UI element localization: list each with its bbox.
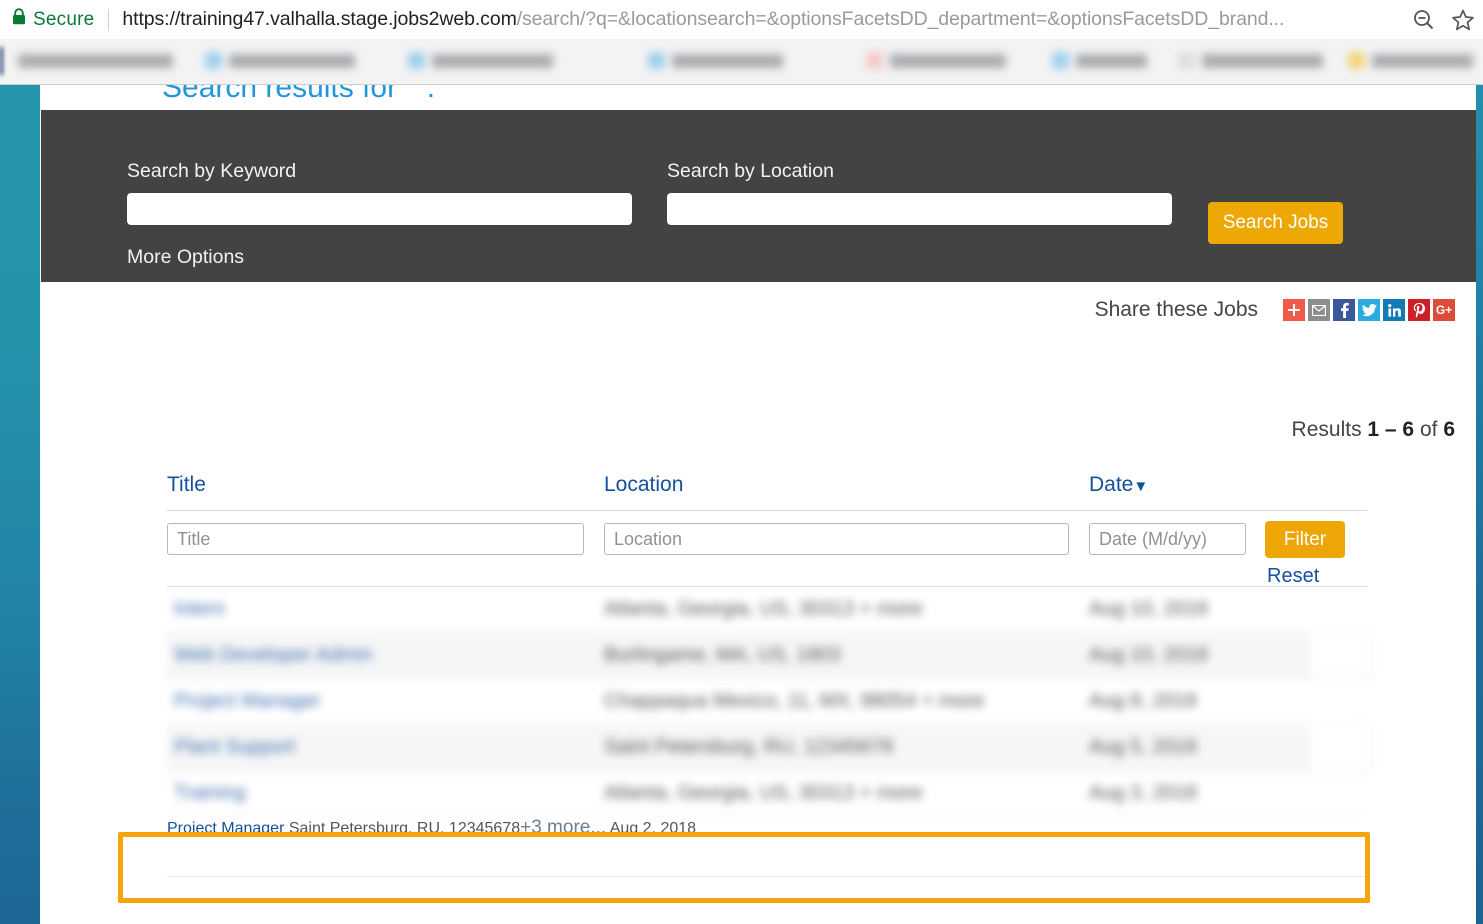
row-side-card bbox=[1307, 725, 1372, 771]
row-title[interactable]: Intern bbox=[174, 598, 225, 621]
row-title[interactable]: Training bbox=[174, 782, 246, 805]
search-location-input[interactable] bbox=[667, 193, 1172, 225]
browser-chrome: Secure https://training47.valhalla.stage… bbox=[0, 0, 1483, 85]
star-icon[interactable] bbox=[1451, 8, 1475, 32]
filter-location-input[interactable] bbox=[604, 523, 1069, 555]
row-date: Aug 5, 2018 bbox=[1089, 736, 1197, 758]
more-options-link[interactable]: More Options bbox=[127, 246, 244, 269]
bookmark-item[interactable] bbox=[1052, 52, 1147, 71]
row-title[interactable]: Web Developer Admin bbox=[174, 644, 373, 667]
address-bar[interactable]: Secure https://training47.valhalla.stage… bbox=[0, 0, 1483, 39]
results-total: 6 bbox=[1443, 418, 1455, 441]
results-middle: of bbox=[1414, 418, 1444, 441]
row-location: Burlingame, MA, US, 1803 bbox=[604, 644, 841, 666]
results-prefix: Results bbox=[1291, 418, 1368, 441]
table-filter-row: Filter Reset bbox=[167, 510, 1367, 588]
column-header-title[interactable]: Title bbox=[167, 473, 206, 497]
right-decorative-rail bbox=[1476, 85, 1483, 924]
job-results-table: Title Location Date▼ Filter Reset Intern… bbox=[167, 473, 1372, 877]
page-title: Search results for "": bbox=[162, 85, 436, 104]
left-decorative-rail bbox=[0, 85, 40, 924]
row-location-text: Saint Petersburg, RU, 12345678 bbox=[288, 820, 521, 837]
row-location: Chappaqua Mexico, 11, MX, 98054 + more bbox=[604, 690, 985, 712]
row-title[interactable]: Plant Support bbox=[174, 736, 295, 759]
omnibox-actions bbox=[1412, 0, 1475, 39]
row-date: Aug 2, 2018 bbox=[609, 820, 697, 837]
zoom-out-icon[interactable] bbox=[1412, 8, 1435, 31]
page-viewport: Search results for "": Search by Keyword… bbox=[0, 85, 1483, 924]
table-row[interactable]: Plant Support Saint Petersburg, RU, 1234… bbox=[167, 725, 1372, 771]
row-date: Aug 10, 2018 bbox=[1089, 598, 1208, 620]
bookmark-item[interactable] bbox=[408, 52, 553, 71]
filter-date-input[interactable] bbox=[1089, 523, 1246, 555]
page-content: Search results for "": Search by Keyword… bbox=[41, 85, 1476, 924]
security-indicator[interactable]: Secure bbox=[12, 8, 94, 31]
row-date: Aug 10, 2018 bbox=[1089, 644, 1208, 666]
column-header-location[interactable]: Location bbox=[604, 473, 683, 497]
table-row[interactable]: Project Manager Chappaqua Mexico, 11, MX… bbox=[167, 679, 1367, 725]
bookmark-item[interactable] bbox=[205, 52, 355, 71]
reset-link[interactable]: Reset bbox=[1267, 565, 1319, 588]
results-count: Results 1 – 6 of 6 bbox=[1292, 418, 1455, 442]
bookmark-edge-marker bbox=[0, 47, 3, 75]
filter-button[interactable]: Filter bbox=[1265, 521, 1345, 558]
url-origin: https://training47.valhalla.stage.jobs2w… bbox=[122, 8, 517, 30]
url-path: /search/?q=&locationsearch=&optionsFacet… bbox=[516, 8, 1285, 30]
column-header-date-label: Date bbox=[1089, 473, 1134, 496]
sort-descending-icon: ▼ bbox=[1133, 478, 1149, 495]
table-row-highlighted[interactable]: Project Manager Saint Petersburg, RU, 12… bbox=[167, 817, 1367, 877]
pinterest-icon[interactable] bbox=[1408, 299, 1430, 321]
location-label: Search by Location bbox=[667, 160, 834, 182]
job-rows: Intern Atlanta, Georgia, US, 30313 + mor… bbox=[167, 586, 1372, 877]
row-date: Aug 3, 2018 bbox=[1089, 782, 1197, 804]
facebook-icon[interactable] bbox=[1333, 299, 1355, 321]
bookmark-item[interactable] bbox=[1348, 52, 1473, 71]
email-icon[interactable] bbox=[1308, 299, 1330, 321]
bookmark-item[interactable] bbox=[648, 52, 783, 71]
url-text[interactable]: https://training47.valhalla.stage.jobs2w… bbox=[122, 8, 1284, 31]
bookmark-item[interactable] bbox=[1178, 52, 1323, 71]
share-these-jobs: Share these Jobs G+ bbox=[1095, 298, 1455, 322]
linkedin-icon[interactable] bbox=[1383, 299, 1405, 321]
filter-title-input[interactable] bbox=[167, 523, 584, 555]
row-title[interactable]: Project Manager bbox=[174, 690, 321, 713]
column-header-date[interactable]: Date▼ bbox=[1089, 473, 1148, 497]
search-keyword-input[interactable] bbox=[127, 193, 632, 225]
bookmarks-bar[interactable] bbox=[0, 39, 1483, 84]
row-location: Atlanta, Georgia, US, 30313 + more bbox=[604, 598, 923, 620]
security-label: Secure bbox=[33, 8, 95, 30]
addthis-icon[interactable] bbox=[1283, 299, 1305, 321]
search-jobs-button[interactable]: Search Jobs bbox=[1208, 202, 1343, 244]
omnibox-divider bbox=[108, 8, 110, 31]
search-panel: Search by Keyword Search by Location Mor… bbox=[41, 110, 1476, 282]
lock-icon bbox=[12, 8, 26, 31]
table-row[interactable]: Web Developer Admin Burlingame, MA, US, … bbox=[167, 633, 1372, 679]
row-date: Aug 8, 2018 bbox=[1089, 690, 1197, 712]
results-range: 1 – 6 bbox=[1367, 418, 1415, 441]
row-side-card bbox=[1307, 633, 1372, 679]
googleplus-icon[interactable]: G+ bbox=[1433, 299, 1455, 321]
keyword-label: Search by Keyword bbox=[127, 160, 297, 182]
more-locations-link[interactable]: +3 more... bbox=[520, 817, 606, 838]
table-header-row: Title Location Date▼ bbox=[167, 473, 1367, 510]
share-label: Share these Jobs bbox=[1094, 298, 1258, 321]
table-row[interactable]: Training Atlanta, Georgia, US, 30313 + m… bbox=[167, 771, 1367, 817]
row-location: Saint Petersburg, RU, 12345678+3 more... bbox=[288, 817, 606, 838]
table-row[interactable]: Intern Atlanta, Georgia, US, 30313 + mor… bbox=[167, 587, 1367, 633]
twitter-icon[interactable] bbox=[1358, 299, 1380, 321]
bookmark-item[interactable] bbox=[866, 52, 1006, 71]
bookmark-item[interactable] bbox=[18, 52, 173, 71]
row-title[interactable]: Project Manager bbox=[167, 820, 284, 837]
row-location: Saint Petersburg, RU, 12345678 bbox=[604, 736, 894, 758]
row-location: Atlanta, Georgia, US, 30313 + more bbox=[604, 782, 923, 804]
